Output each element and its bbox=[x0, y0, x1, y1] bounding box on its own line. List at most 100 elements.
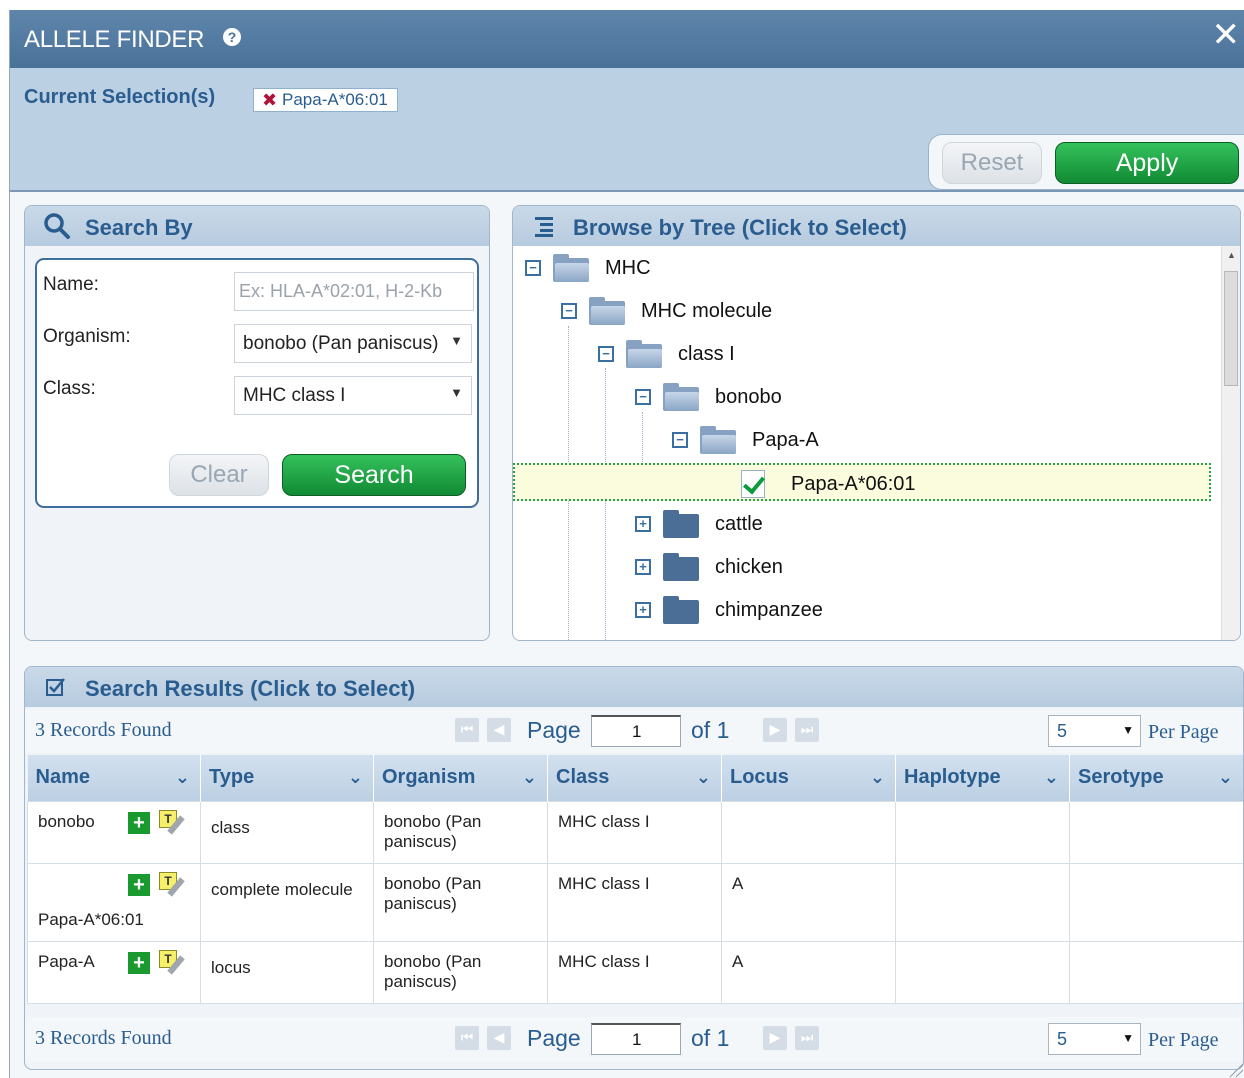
collapse-icon[interactable]: − bbox=[672, 432, 688, 448]
tree-node-papa-a[interactable]: − Papa-A bbox=[672, 420, 819, 460]
search-results-header: Search Results (Click to Select) bbox=[25, 667, 1243, 707]
haplotype-cell bbox=[895, 800, 1070, 864]
chevron-down-icon[interactable]: ⌄ bbox=[175, 767, 190, 788]
tree-node-chimpanzee[interactable]: + chimpanzee bbox=[635, 590, 823, 630]
prev-page-icon[interactable]: ◀ bbox=[487, 718, 511, 742]
prev-page-icon[interactable]: ◀ bbox=[487, 1026, 511, 1050]
first-page-icon[interactable]: ⏮ bbox=[455, 1026, 479, 1050]
resize-grip-icon[interactable] bbox=[1226, 1060, 1244, 1078]
table-row[interactable]: bonobo + T class bonobo (Pan paniscus) M… bbox=[27, 800, 1243, 864]
tree-node-label: cattle bbox=[715, 512, 763, 535]
chevron-down-icon[interactable]: ⌄ bbox=[1218, 767, 1233, 788]
chevron-down-icon: ▼ bbox=[450, 333, 463, 348]
folder-open-icon bbox=[663, 383, 699, 411]
column-header-type[interactable]: Type ⌄ bbox=[200, 755, 374, 801]
scroll-up-icon[interactable]: ▲ bbox=[1227, 250, 1236, 260]
search-button[interactable]: Search bbox=[282, 454, 466, 496]
reset-button[interactable]: Reset bbox=[942, 142, 1042, 184]
serotype-cell bbox=[1069, 862, 1243, 942]
results-table: Name ⌄ Type ⌄ Organism ⌄ Class ⌄ Locus ⌄ Hapl… bbox=[27, 755, 1243, 1004]
column-header-organism[interactable]: Organism ⌄ bbox=[373, 755, 548, 801]
clear-button[interactable]: Clear bbox=[169, 454, 269, 496]
tree-node-mhc[interactable]: − MHC bbox=[525, 248, 651, 288]
folder-open-icon bbox=[626, 340, 662, 368]
tree-node-class-i[interactable]: − class I bbox=[598, 334, 735, 374]
organism-cell: bonobo (Pan paniscus) bbox=[373, 940, 548, 1004]
name-input[interactable] bbox=[234, 272, 474, 311]
page-count: of 1 bbox=[691, 1025, 730, 1051]
chevron-down-icon[interactable]: ⌄ bbox=[1044, 767, 1059, 788]
class-label: Class: bbox=[43, 378, 96, 399]
search-results-title: Search Results (Click to Select) bbox=[85, 676, 416, 701]
add-icon[interactable]: + bbox=[128, 811, 150, 834]
expand-icon[interactable]: + bbox=[635, 602, 651, 618]
tree-node-cattle[interactable]: + cattle bbox=[635, 504, 763, 544]
next-page-icon[interactable]: ▶ bbox=[763, 718, 787, 742]
per-page-select[interactable]: 5 ▼ bbox=[1048, 1023, 1141, 1055]
name-cell[interactable]: + T Papa-A*06:01 bbox=[27, 862, 201, 942]
pager-bottom: 3 Records Found ⏮ ◀ Page 1 of 1 ▶ ⏭ 5 ▼ … bbox=[25, 1017, 1243, 1061]
chevron-down-icon[interactable]: ⌄ bbox=[522, 767, 537, 788]
result-name: Papa-A*06:01 bbox=[38, 909, 144, 929]
tree-node-label: class I bbox=[678, 342, 735, 365]
checkmark-icon bbox=[741, 470, 765, 498]
collapse-icon[interactable]: − bbox=[598, 346, 614, 362]
expand-icon[interactable]: + bbox=[635, 516, 651, 532]
search-icon bbox=[44, 213, 70, 239]
add-icon[interactable]: + bbox=[128, 873, 150, 896]
table-row[interactable]: + T Papa-A*06:01 complete molecule bonob… bbox=[27, 862, 1243, 942]
chevron-down-icon: ▼ bbox=[1122, 723, 1134, 737]
chevron-down-icon[interactable]: ⌄ bbox=[348, 767, 363, 788]
help-icon[interactable]: ? bbox=[223, 28, 241, 46]
collapse-icon[interactable]: − bbox=[561, 303, 577, 319]
tree-node-label: chimpanzee bbox=[715, 598, 823, 621]
edit-icon[interactable]: T bbox=[159, 949, 187, 975]
tree-node-label: MHC bbox=[605, 256, 651, 279]
page-input[interactable]: 1 bbox=[591, 1023, 681, 1055]
search-form: Name: Organism: bonobo (Pan paniscus) ▼ … bbox=[35, 258, 479, 508]
name-cell[interactable]: bonobo + T bbox=[27, 800, 201, 864]
chevron-down-icon: ▼ bbox=[1122, 1031, 1134, 1045]
add-icon[interactable]: + bbox=[128, 951, 150, 974]
last-page-icon[interactable]: ⏭ bbox=[795, 718, 819, 742]
edit-icon[interactable]: T bbox=[159, 871, 187, 897]
records-found: 3 Records Found bbox=[35, 719, 172, 741]
class-cell: MHC class I bbox=[547, 940, 722, 1004]
collapse-icon[interactable]: − bbox=[635, 389, 651, 405]
remove-selection-icon[interactable]: ✖ bbox=[262, 89, 277, 111]
organism-label: Organism: bbox=[43, 326, 131, 347]
folder-open-icon bbox=[589, 297, 625, 325]
tree-node-chicken[interactable]: + chicken bbox=[635, 547, 783, 587]
locus-cell: A bbox=[721, 862, 896, 942]
close-icon[interactable]: ✕ bbox=[1212, 18, 1241, 52]
folder-icon bbox=[663, 553, 699, 581]
edit-icon[interactable]: T bbox=[159, 809, 187, 835]
organism-select[interactable]: bonobo (Pan paniscus) ▼ bbox=[234, 324, 472, 363]
first-page-icon[interactable]: ⏮ bbox=[455, 718, 479, 742]
collapse-icon[interactable]: − bbox=[525, 260, 541, 276]
current-selection-bar: Current Selection(s) ✖ Papa-A*06:01 Rese… bbox=[10, 68, 1244, 192]
page-input[interactable]: 1 bbox=[591, 715, 681, 747]
tree-scrollbar[interactable]: ▲ bbox=[1221, 246, 1240, 640]
expand-icon[interactable]: + bbox=[635, 559, 651, 575]
class-select[interactable]: MHC class I ▼ bbox=[234, 376, 472, 415]
column-header-name[interactable]: Name ⌄ bbox=[27, 755, 201, 801]
browse-tree-title: Browse by Tree (Click to Select) bbox=[573, 215, 907, 240]
chevron-down-icon[interactable]: ⌄ bbox=[696, 767, 711, 788]
per-page-select[interactable]: 5 ▼ bbox=[1048, 715, 1141, 747]
scroll-thumb[interactable] bbox=[1224, 271, 1238, 386]
next-page-icon[interactable]: ▶ bbox=[763, 1026, 787, 1050]
column-header-serotype[interactable]: Serotype ⌄ bbox=[1069, 755, 1243, 801]
last-page-icon[interactable]: ⏭ bbox=[795, 1026, 819, 1050]
column-header-class[interactable]: Class ⌄ bbox=[547, 755, 722, 801]
apply-button[interactable]: Apply bbox=[1055, 142, 1239, 184]
table-row[interactable]: Papa-A + T locus bonobo (Pan paniscus) M… bbox=[27, 940, 1243, 1004]
column-header-locus[interactable]: Locus ⌄ bbox=[721, 755, 896, 801]
column-header-haplotype[interactable]: Haplotype ⌄ bbox=[895, 755, 1070, 801]
name-cell[interactable]: Papa-A + T bbox=[27, 940, 201, 1004]
tree-node-bonobo[interactable]: − bonobo bbox=[635, 377, 782, 417]
allele-finder-dialog: ALLELE FINDER ? ✕ Current Selection(s) ✖… bbox=[9, 10, 1244, 1078]
chevron-down-icon[interactable]: ⌄ bbox=[870, 767, 885, 788]
tree-node-mhc-molecule[interactable]: − MHC molecule bbox=[561, 291, 772, 331]
tree-node-papa-a-06-01[interactable]: Papa-A*06:01 bbox=[741, 464, 916, 504]
